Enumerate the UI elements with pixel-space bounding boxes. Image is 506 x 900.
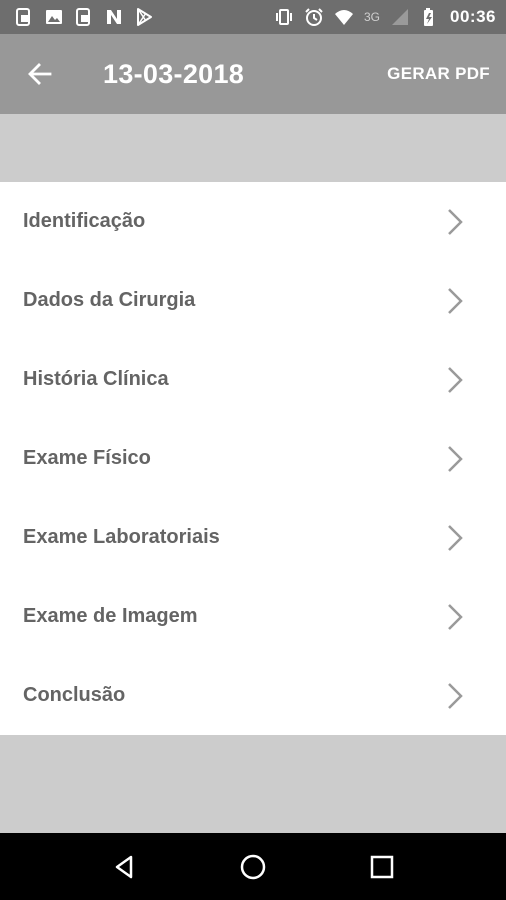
phone-notification-icon <box>14 7 34 27</box>
chevron-right-icon <box>444 681 466 711</box>
image-icon <box>44 7 64 27</box>
list-item-label: Conclusão <box>23 684 126 706</box>
status-right-icons: 3G 00:36 <box>274 7 496 27</box>
recents-square-icon <box>370 855 393 878</box>
list-item-identificacao[interactable]: Identificação <box>0 182 506 261</box>
chevron-right-icon <box>444 444 466 474</box>
app-bar: 13-03-2018 GERAR PDF <box>0 34 506 114</box>
footer-spacer <box>0 735 506 833</box>
page-title: 13-03-2018 <box>103 58 245 89</box>
network-type-label: 3G <box>364 10 381 24</box>
list-item-label: Exame Físico <box>23 447 151 469</box>
header-spacer <box>0 114 506 182</box>
list-item-label: Exame de Imagem <box>23 605 198 627</box>
list-item-label: Exame Laboratoriais <box>23 526 220 548</box>
battery-icon <box>420 7 440 27</box>
nav-back-button[interactable] <box>99 842 149 892</box>
chevron-right-icon <box>444 286 466 316</box>
status-bar: 3G 00:36 <box>0 0 506 34</box>
home-circle-icon <box>240 854 266 879</box>
chevron-right-icon <box>444 602 466 632</box>
status-clock: 00:36 <box>450 7 496 26</box>
list-item-label: História Clínica <box>23 368 169 390</box>
back-button[interactable] <box>10 34 70 114</box>
system-navigation-bar <box>0 833 506 900</box>
status-left-icons <box>14 7 154 27</box>
list-item-exame-imagem[interactable]: Exame de Imagem <box>0 577 506 656</box>
chevron-right-icon <box>444 365 466 395</box>
play-store-icon <box>134 7 154 27</box>
list-item-conclusao[interactable]: Conclusão <box>0 656 506 735</box>
list-item-exame-fisico[interactable]: Exame Físico <box>0 419 506 498</box>
chevron-right-icon <box>444 523 466 553</box>
back-triangle-icon <box>116 855 133 878</box>
alarm-icon <box>304 7 324 27</box>
list-item-label: Identificação <box>23 210 146 232</box>
list-item-exame-laboratoriais[interactable]: Exame Laboratoriais <box>0 498 506 577</box>
section-list: Identificação Dados da Cirurgia História… <box>0 182 506 735</box>
list-item-dados-cirurgia[interactable]: Dados da Cirurgia <box>0 261 506 340</box>
nav-home-button[interactable] <box>228 842 278 892</box>
wifi-icon <box>334 7 354 27</box>
list-item-label: Dados da Cirurgia <box>23 289 196 311</box>
chevron-right-icon <box>444 207 466 237</box>
phone-notification-icon <box>74 7 94 27</box>
list-item-historia-clinica[interactable]: História Clínica <box>0 340 506 419</box>
vibrate-icon <box>274 7 294 27</box>
arrow-left-icon <box>28 63 52 85</box>
generate-pdf-button[interactable]: GERAR PDF <box>387 64 490 84</box>
signal-icon <box>390 7 410 27</box>
nav-recents-button[interactable] <box>357 842 407 892</box>
n-app-icon <box>104 7 124 27</box>
